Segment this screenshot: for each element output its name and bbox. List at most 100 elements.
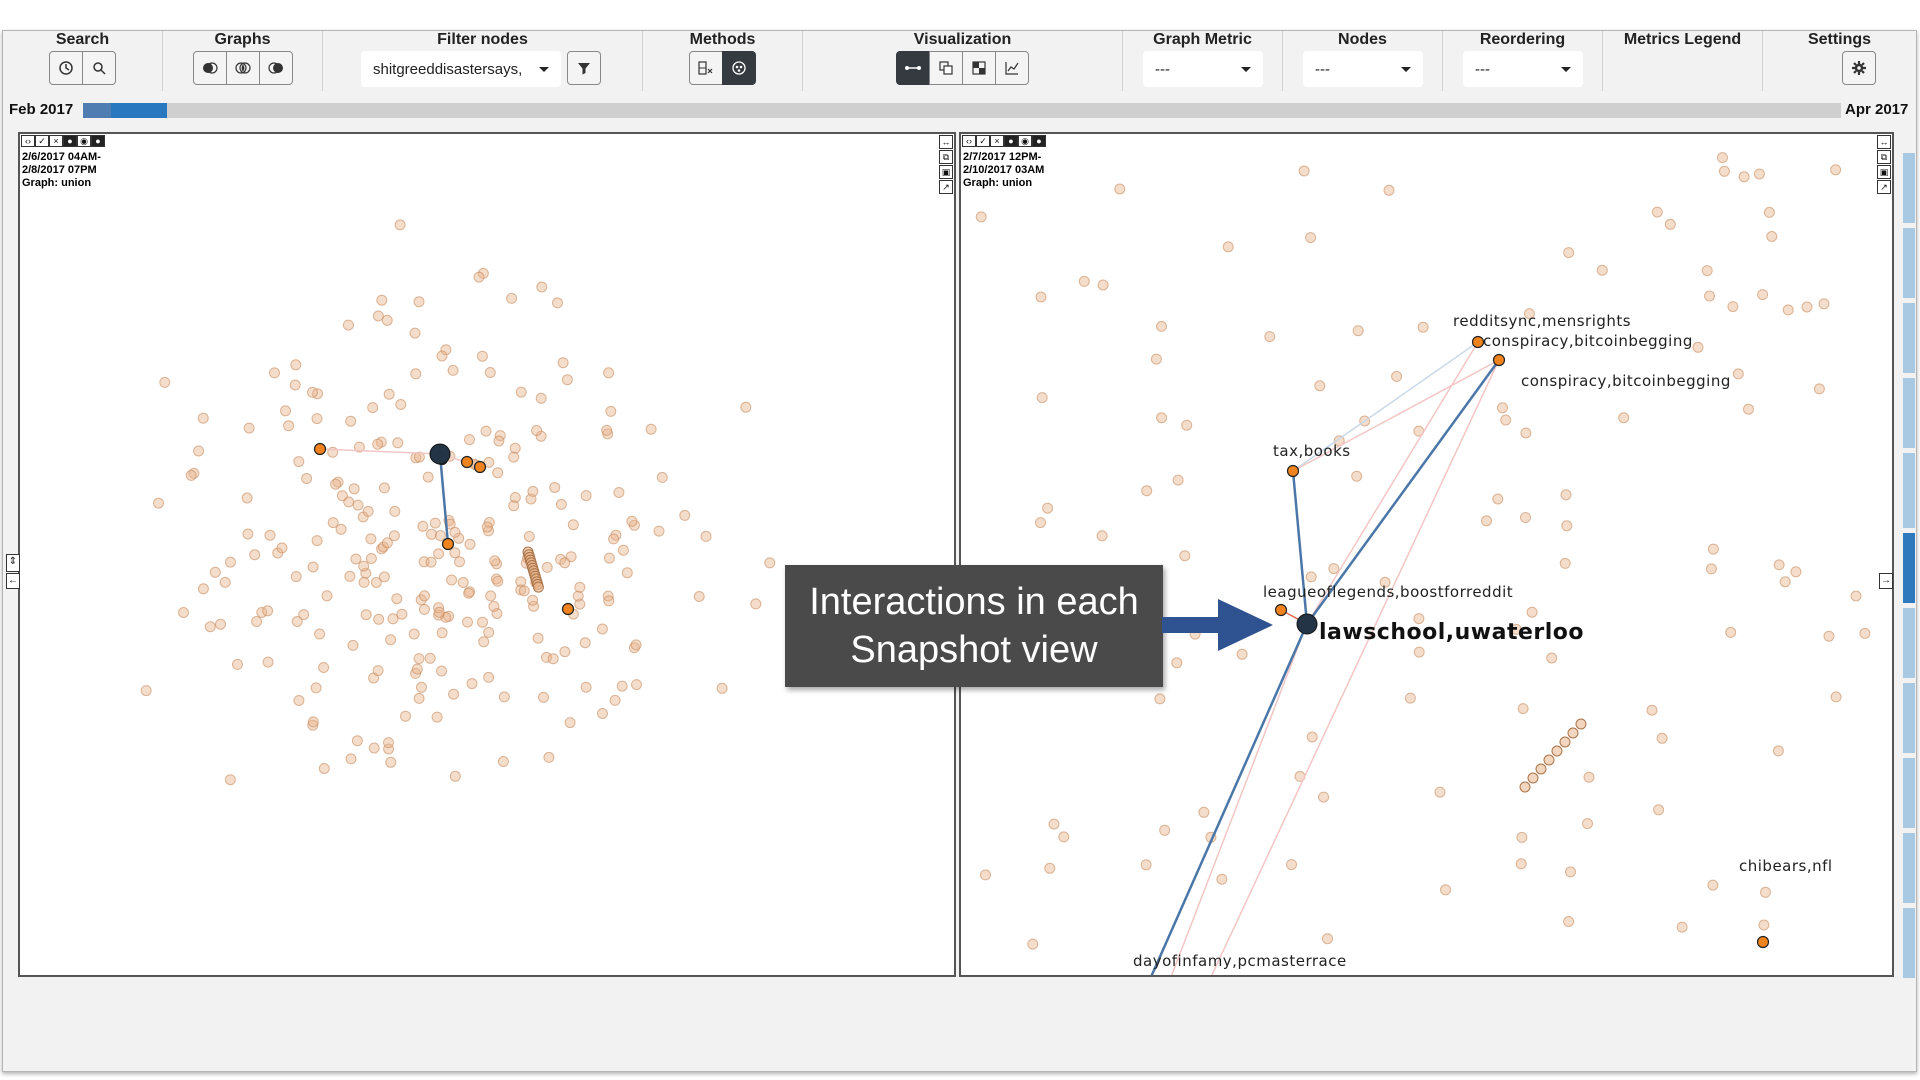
graph-node[interactable] — [289, 379, 301, 391]
highlighted-node[interactable] — [1492, 353, 1506, 367]
exclude-method-button[interactable] — [689, 51, 723, 85]
graph-node[interactable] — [493, 435, 505, 447]
graph-node[interactable] — [975, 211, 987, 223]
graph-node[interactable] — [264, 529, 276, 541]
graph-node[interactable] — [532, 632, 544, 644]
graph-node[interactable] — [396, 608, 408, 620]
graph-node[interactable] — [1096, 530, 1108, 542]
graph-node[interactable] — [433, 606, 445, 618]
graph-node[interactable] — [1417, 321, 1429, 333]
graph-node[interactable] — [484, 367, 496, 378]
graph-node[interactable] — [508, 500, 520, 512]
graph-node[interactable] — [527, 485, 539, 497]
graph-node[interactable] — [616, 680, 628, 692]
graph-node[interactable] — [140, 685, 152, 697]
graph-node[interactable] — [426, 528, 437, 540]
graph-node[interactable] — [601, 424, 613, 436]
node-link-button[interactable] — [896, 51, 930, 85]
graph-node[interactable] — [693, 591, 705, 602]
graph-node[interactable] — [536, 281, 548, 293]
center-node[interactable] — [1296, 613, 1318, 635]
graph-node[interactable] — [362, 505, 374, 517]
highlighted-node[interactable] — [460, 455, 474, 469]
graph-node[interactable] — [209, 566, 221, 578]
graph-node[interactable] — [1048, 818, 1060, 830]
graph-node[interactable] — [391, 593, 403, 605]
graph-node[interactable] — [605, 405, 617, 417]
graph-node[interactable] — [1328, 563, 1340, 575]
graph-node[interactable] — [1559, 736, 1571, 748]
graph-node[interactable] — [1732, 368, 1744, 380]
graph-node[interactable] — [345, 415, 357, 427]
graph-node[interactable] — [1222, 241, 1234, 253]
graph-node[interactable] — [488, 600, 500, 612]
snapshot-view-left[interactable]: ‹› ✓ × ● ◉ ● ↔ ⧉ ▣ ↗ 2/6/2017 04AM- 2/8/… — [18, 132, 956, 977]
graph-node[interactable] — [449, 770, 461, 782]
graph-node[interactable] — [197, 583, 209, 595]
graph-node[interactable] — [311, 413, 323, 425]
graph-node[interactable] — [436, 665, 448, 677]
graph-node[interactable] — [1527, 772, 1539, 784]
graph-node[interactable] — [750, 598, 762, 610]
filter-button[interactable] — [567, 51, 601, 85]
graph-node[interactable] — [580, 681, 592, 693]
graph-node[interactable] — [1156, 412, 1168, 424]
graph-node[interactable] — [1707, 879, 1719, 891]
graph-node[interactable] — [523, 531, 535, 542]
graph-node[interactable] — [383, 388, 395, 400]
graph-node[interactable] — [400, 710, 411, 722]
graph-node[interactable] — [630, 639, 642, 651]
graph-node[interactable] — [608, 533, 620, 545]
graph-node[interactable] — [409, 327, 421, 339]
graph-node[interactable] — [310, 682, 322, 694]
graph-node[interactable] — [1305, 571, 1317, 583]
graph-node[interactable] — [1114, 183, 1126, 195]
arrow-left-icon[interactable]: ← — [6, 573, 20, 589]
graph-node[interactable] — [1413, 646, 1425, 658]
graph-node[interactable] — [1351, 470, 1363, 482]
graph-node[interactable] — [559, 557, 571, 569]
graph-node[interactable] — [473, 271, 485, 283]
graph-node[interactable] — [1559, 557, 1571, 569]
center-node[interactable] — [429, 443, 451, 465]
graph-node[interactable] — [1044, 862, 1056, 874]
graph-node[interactable] — [1850, 590, 1862, 602]
graph-node[interactable] — [492, 575, 504, 587]
graph-node[interactable] — [538, 691, 549, 703]
graph-edge[interactable] — [1150, 623, 1309, 975]
graph-node[interactable] — [656, 471, 668, 483]
graph-node[interactable] — [249, 549, 261, 561]
graph-node[interactable] — [1481, 515, 1492, 527]
graph-node[interactable] — [262, 656, 274, 668]
graph-node[interactable] — [372, 438, 384, 450]
graph-node[interactable] — [716, 682, 728, 694]
graph-node[interactable] — [336, 490, 348, 502]
graph-node[interactable] — [413, 653, 425, 665]
graph-node[interactable] — [378, 571, 390, 583]
graph-node[interactable] — [489, 555, 501, 567]
graph-node[interactable] — [373, 613, 385, 625]
graph-node[interactable] — [1801, 301, 1813, 313]
graph-node[interactable] — [1738, 171, 1750, 183]
graph-node[interactable] — [1565, 866, 1576, 878]
graph-node[interactable] — [574, 581, 586, 593]
graph-node[interactable] — [480, 425, 492, 437]
graph-node[interactable] — [1517, 703, 1529, 715]
snapshot-view-right[interactable]: redditsync,mensrights conspiracy,bitcoinb… — [959, 132, 1894, 977]
graph-node[interactable] — [518, 585, 530, 597]
graph-node[interactable] — [506, 292, 518, 304]
line-chart-icon[interactable]: ↗ — [939, 180, 953, 194]
graph-node[interactable] — [1298, 165, 1310, 177]
graph-node[interactable] — [348, 483, 360, 495]
graph-node[interactable] — [392, 437, 404, 449]
graph-node[interactable] — [1563, 916, 1575, 927]
graph-node[interactable] — [413, 692, 425, 704]
graph-node[interactable] — [1567, 727, 1579, 739]
timeline-selection-a[interactable] — [83, 103, 111, 118]
graph-node[interactable] — [532, 581, 544, 593]
graph-node[interactable] — [1516, 831, 1528, 843]
graph-node[interactable] — [1036, 392, 1048, 404]
graph-node[interactable] — [1551, 745, 1563, 757]
graph-node[interactable] — [1314, 380, 1326, 392]
graph-node[interactable] — [603, 367, 615, 379]
